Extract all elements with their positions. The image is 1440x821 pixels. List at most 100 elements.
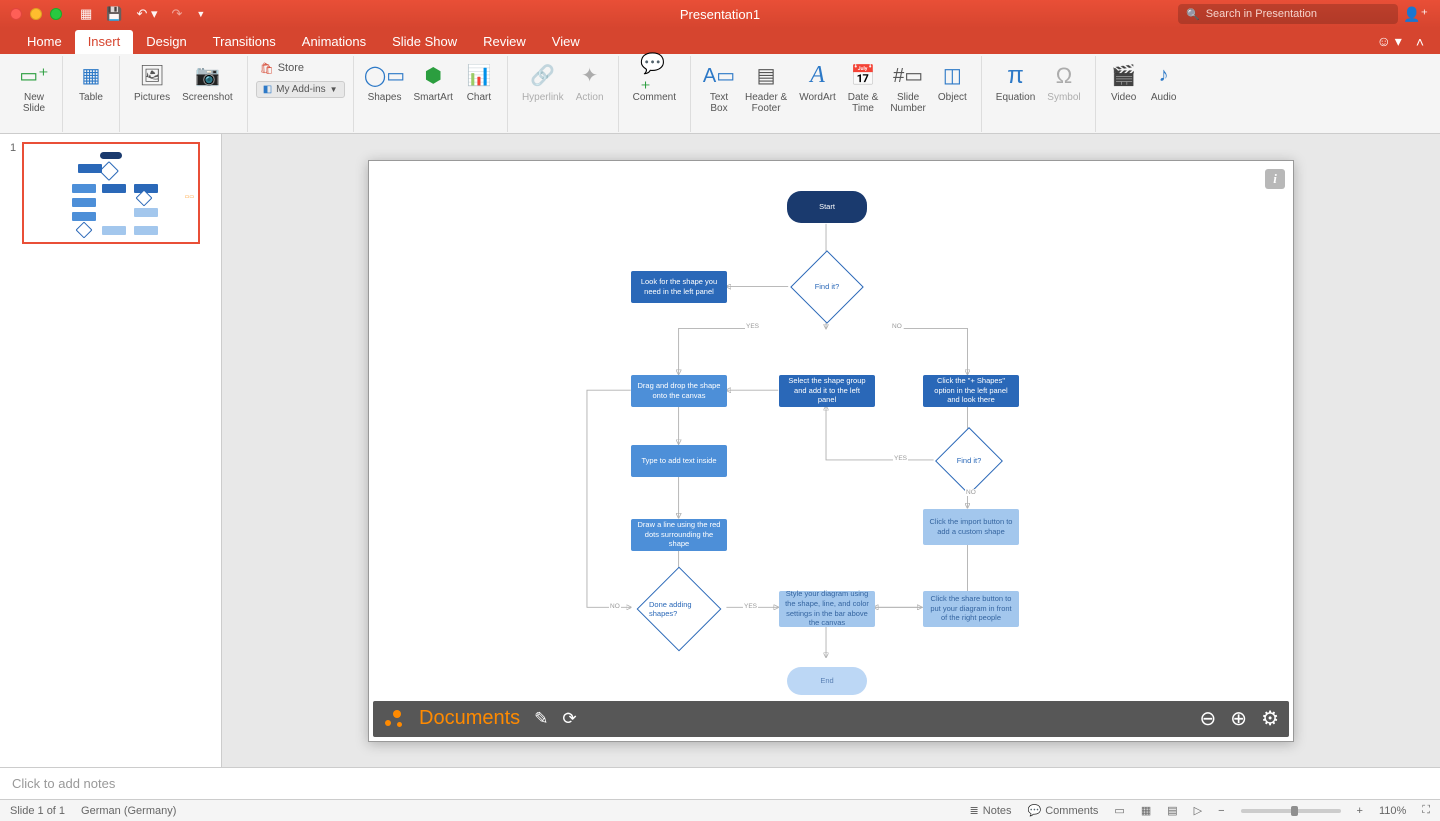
flow-import: Click the import button to add a custom … (923, 509, 1019, 545)
hyperlink-icon: 🔗 (529, 62, 557, 90)
tab-animations[interactable]: Animations (289, 30, 379, 54)
audio-button[interactable]: ♪ Audio (1144, 60, 1184, 105)
slide-number-icon: #▭ (894, 62, 922, 90)
notes-pane[interactable] (0, 767, 1440, 799)
tab-slideshow[interactable]: Slide Show (379, 30, 470, 54)
date-time-button[interactable]: 📅 Date & Time (842, 60, 885, 116)
new-slide-icon: ▭⁺ (20, 62, 48, 90)
feedback-icon[interactable]: ☺ ▾ (1377, 33, 1402, 50)
zoom-slider[interactable] (1241, 809, 1341, 813)
slide[interactable]: i (368, 160, 1294, 742)
symbol-button: Ω Symbol (1041, 60, 1086, 105)
tab-transitions[interactable]: Transitions (200, 30, 289, 54)
symbol-icon: Ω (1050, 62, 1078, 90)
comment-button[interactable]: 💬⁺ Comment (627, 60, 682, 105)
zoom-out-button[interactable]: − (1218, 805, 1224, 817)
thumbnail-1[interactable]: 1 ▭▭ (10, 142, 211, 244)
zoom-in-button[interactable]: + (1357, 805, 1363, 817)
thumbnail-image[interactable]: ▭▭ (22, 142, 200, 244)
lucidchart-addin-frame[interactable]: i (368, 160, 1294, 742)
new-slide-button[interactable]: ▭⁺ New Slide (14, 60, 54, 116)
equation-icon: π (1002, 62, 1030, 90)
notes-input[interactable] (12, 776, 1428, 791)
wordart-button[interactable]: A WordArt (793, 60, 842, 105)
flow-start: Start (787, 191, 867, 223)
settings-gear-icon[interactable]: ⚙ (1261, 706, 1279, 731)
action-icon: ✦ (576, 62, 604, 90)
comments-icon: 💬 (1028, 804, 1042, 817)
close-window[interactable] (10, 8, 22, 20)
quick-access-toolbar: ▦ 💾 ↶ ▾ ↷ ▼ (80, 6, 205, 22)
zoom-window[interactable] (50, 8, 62, 20)
language-indicator[interactable]: German (Germany) (81, 805, 176, 817)
window-title: Presentation1 (680, 7, 760, 22)
lucidchart-toolbar: Documents ✎ ⟳ ⊖ ⊕ ⚙ (373, 701, 1289, 737)
save-icon[interactable]: 💾 (106, 6, 122, 22)
status-bar: Slide 1 of 1 German (Germany) ≣Notes 💬Co… (0, 799, 1440, 821)
search-box[interactable]: 🔍 (1178, 4, 1398, 24)
chart-button[interactable]: 📊 Chart (459, 60, 499, 105)
tab-insert[interactable]: Insert (75, 30, 134, 54)
video-icon: 🎬 (1110, 62, 1138, 90)
flow-done: Done adding shapes? (649, 579, 709, 639)
object-button[interactable]: ◫ Object (932, 60, 973, 105)
qat-more-icon[interactable]: ▼ (196, 9, 205, 19)
pictures-icon: 🖼 (138, 62, 166, 90)
info-icon[interactable]: i (1265, 169, 1285, 189)
notes-icon: ≣ (970, 804, 979, 817)
autosave-icon[interactable]: ▦ (80, 6, 92, 22)
documents-button[interactable]: Documents (419, 707, 520, 730)
tab-design[interactable]: Design (133, 30, 199, 54)
shapes-button[interactable]: ◯▭ Shapes (362, 60, 408, 105)
share-icon[interactable]: 👤⁺ (1403, 6, 1428, 23)
flow-more-shapes: Click the "+ Shapes" option in the left … (923, 375, 1019, 407)
text-box-button[interactable]: A▭ Text Box (699, 60, 739, 116)
slide-canvas[interactable]: i (222, 134, 1440, 767)
normal-view-icon[interactable]: ▭ (1114, 804, 1124, 817)
search-input[interactable] (1206, 8, 1390, 20)
header-footer-button[interactable]: ▤ Header & Footer (739, 60, 793, 116)
fit-window-icon[interactable]: ⛶ (1422, 804, 1430, 817)
slideshow-view-icon[interactable]: ▷ (1194, 804, 1202, 817)
ribbon: ▭⁺ New Slide ▦ Table 🖼 Pictures 📷 Screen… (0, 54, 1440, 134)
pictures-button[interactable]: 🖼 Pictures (128, 60, 176, 105)
slide-thumbnails-panel[interactable]: 1 ▭▭ (0, 134, 222, 767)
zoom-level[interactable]: 110% (1379, 805, 1406, 817)
notes-toggle[interactable]: ≣Notes (970, 804, 1012, 817)
reading-view-icon[interactable]: ▤ (1167, 804, 1177, 817)
flow-draw-line: Draw a line using the red dots surroundi… (631, 519, 727, 551)
screenshot-button[interactable]: 📷 Screenshot (176, 60, 239, 105)
smartart-button[interactable]: ⬢ SmartArt (407, 60, 458, 105)
video-button[interactable]: 🎬 Video (1104, 60, 1144, 105)
hyperlink-button: 🔗 Hyperlink (516, 60, 570, 105)
equation-button[interactable]: π Equation (990, 60, 1041, 105)
ribbon-tabs: Home Insert Design Transitions Animation… (0, 28, 1440, 54)
zoom-out-icon[interactable]: ⊖ (1200, 706, 1217, 731)
collapse-ribbon-icon[interactable]: ˄ (1416, 34, 1424, 50)
redo-icon[interactable]: ↷ (172, 6, 183, 22)
flow-end: End (787, 667, 867, 695)
minimize-window[interactable] (30, 8, 42, 20)
undo-icon[interactable]: ↶ ▾ (136, 6, 157, 22)
text-box-icon: A▭ (705, 62, 733, 90)
table-button[interactable]: ▦ Table (71, 60, 111, 105)
refresh-icon[interactable]: ⟳ (562, 709, 576, 729)
sorter-view-icon[interactable]: ▦ (1141, 804, 1151, 817)
store-button[interactable]: 🛍 Store (256, 60, 345, 77)
flow-select-group: Select the shape group and add it to the… (779, 375, 875, 407)
flow-share: Click the share button to put your diagr… (923, 591, 1019, 627)
flow-drag: Drag and drop the shape onto the canvas (631, 375, 727, 407)
comment-icon: 💬⁺ (640, 62, 668, 90)
edit-icon[interactable]: ✎ (534, 709, 548, 729)
flow-style: Style your diagram using the shape, line… (779, 591, 875, 627)
my-addins-button[interactable]: ◧ My Add-ins ▼ (256, 81, 345, 98)
comments-toggle[interactable]: 💬Comments (1028, 804, 1099, 817)
slide-number-button[interactable]: #▭ Slide Number (884, 60, 932, 116)
tab-view[interactable]: View (539, 30, 593, 54)
tab-review[interactable]: Review (470, 30, 539, 54)
wordart-icon: A (803, 62, 831, 90)
search-icon: 🔍 (1186, 8, 1200, 21)
zoom-in-icon[interactable]: ⊕ (1230, 706, 1247, 731)
title-bar: ▦ 💾 ↶ ▾ ↷ ▼ Presentation1 🔍 👤⁺ (0, 0, 1440, 28)
tab-home[interactable]: Home (14, 30, 75, 54)
